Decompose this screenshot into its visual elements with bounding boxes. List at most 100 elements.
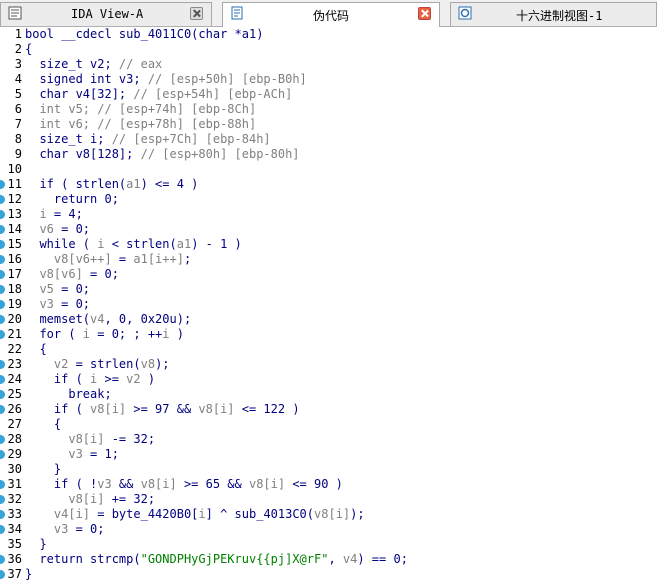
code-line[interactable]: 27 { — [0, 417, 657, 432]
line-number: 26 — [7, 402, 22, 416]
code-token: = 0; — [53, 282, 91, 296]
code-text: if ( strlen(a1) <= 4 ) — [25, 177, 198, 191]
code-line[interactable]: 1 bool __cdecl sub_4011C0(char *a1) — [0, 27, 657, 42]
code-line[interactable]: 10 — [0, 162, 657, 177]
close-icon[interactable] — [190, 7, 203, 20]
code-token: <= 122 ) — [234, 402, 300, 416]
document-grid-icon — [8, 6, 22, 20]
code-token: = 0; — [53, 297, 91, 311]
code-token: v8[i] — [248, 477, 286, 491]
code-line[interactable]: 18 v5 = 0; — [0, 282, 657, 297]
code-token: size_t i; — [25, 132, 112, 146]
line-number: 12 — [7, 192, 22, 206]
code-line[interactable]: 16 v8[v6++] = a1[i++]; — [0, 252, 657, 267]
tab-ida-view-a[interactable]: IDA View-A — [0, 2, 212, 26]
code-text: v8[i] += 32; — [25, 492, 155, 506]
code-text: break; — [25, 387, 112, 401]
code-token: v8[i] — [25, 492, 105, 506]
code-token: && — [111, 477, 141, 491]
code-line[interactable]: 20 memset(v4, 0, 0x20u); — [0, 312, 657, 327]
code-token: a1 — [126, 177, 141, 191]
code-token: // [esp+50h] [ebp-B0h] — [147, 72, 307, 86]
code-token: { — [25, 417, 62, 431]
tab-label: 伪代码 — [313, 9, 350, 23]
code-line[interactable]: 26 if ( v8[i] >= 97 && v8[i] <= 122 ) — [0, 402, 657, 417]
tab-pseudocode[interactable]: 伪代码 — [222, 2, 440, 27]
code-text: v5 = 0; — [25, 282, 90, 296]
code-token: v8[v6++] — [25, 252, 112, 266]
code-token: v3 — [25, 522, 69, 536]
code-token: = 0; — [53, 222, 91, 236]
code-token: i — [198, 507, 206, 521]
code-token: ) — [169, 327, 184, 341]
code-token: // [esp+7Ch] [ebp-84h] — [111, 132, 271, 146]
code-line[interactable]: 33 v4[i] = byte_4420B0[i] ^ sub_4013C0(v… — [0, 507, 657, 522]
code-token: i — [25, 207, 47, 221]
code-line[interactable]: 36 return strcmp("GONDPHyGjPEKruv{{pj]X@… — [0, 552, 657, 567]
code-token: int v5; // [esp+74h] [ebp-8Ch] — [25, 102, 257, 116]
tab-label: IDA View-A — [71, 7, 144, 21]
code-token: ] ^ sub_4013C0( — [205, 507, 315, 521]
code-line[interactable]: 35 } — [0, 537, 657, 552]
code-token: { — [25, 342, 47, 356]
code-token: ) == 0; — [357, 552, 408, 566]
code-token: = 0; — [82, 267, 119, 281]
code-token: break; — [25, 387, 112, 401]
line-number: 18 — [7, 282, 22, 296]
code-line[interactable]: 23 v2 = strlen(v8); — [0, 357, 657, 372]
code-token: = 0; ; ++ — [90, 327, 163, 341]
code-line[interactable]: 11 if ( strlen(a1) <= 4 ) — [0, 177, 657, 192]
code-token: int v6; // [esp+78h] [ebp-88h] — [25, 117, 257, 131]
code-line[interactable]: 12 return 0; — [0, 192, 657, 207]
code-token: -= 32; — [104, 432, 156, 446]
pseudocode-view[interactable]: 1 bool __cdecl sub_4011C0(char *a1) 2{3 si… — [0, 27, 657, 581]
code-text: v3 = 0; — [25, 297, 90, 311]
code-token: v8[i] — [314, 507, 351, 521]
code-line[interactable]: 29 v3 = 1; — [0, 447, 657, 462]
code-line[interactable]: 13 i = 4; — [0, 207, 657, 222]
code-line[interactable]: 17 v8[v6] = 0; — [0, 267, 657, 282]
line-number: 37 — [7, 567, 22, 581]
code-line[interactable]: 30 } — [0, 462, 657, 477]
code-line[interactable]: 21 for ( i = 0; ; ++i ) — [0, 327, 657, 342]
code-text: v8[v6++] = a1[i++]; — [25, 252, 191, 266]
code-line[interactable]: 5 char v4[32]; // [esp+54h] [ebp-ACh] — [0, 87, 657, 102]
code-line[interactable]: 24 if ( i >= v2 ) — [0, 372, 657, 387]
line-number: 15 — [7, 237, 22, 251]
code-line[interactable]: 25 break; — [0, 387, 657, 402]
code-text: { — [25, 342, 47, 356]
code-text: v8[i] -= 32; — [25, 432, 155, 446]
tab-hex-view[interactable]: 十六进制视图-1 — [450, 2, 657, 26]
code-token: i — [82, 327, 91, 341]
line-number: 23 — [7, 357, 22, 371]
line-number: 10 — [7, 162, 22, 176]
code-line[interactable]: 7 int v6; // [esp+78h] [ebp-88h] — [0, 117, 657, 132]
close-icon[interactable] — [418, 7, 431, 20]
code-line[interactable]: 4 signed int v3; // [esp+50h] [ebp-B0h] — [0, 72, 657, 87]
code-token: ) — [140, 372, 156, 386]
code-token: bool __cdecl sub_4011C0(char *a1) — [25, 27, 264, 41]
code-token: , 0, 0x20u); — [104, 312, 192, 326]
line-number: 6 — [14, 102, 22, 116]
code-line[interactable]: 32 v8[i] += 32; — [0, 492, 657, 507]
code-token: v5 — [25, 282, 54, 296]
code-line[interactable]: 2{ — [0, 42, 657, 57]
code-line[interactable]: 15 while ( i < strlen(a1) - 1 ) — [0, 237, 657, 252]
code-token: >= — [97, 372, 127, 386]
code-text: } — [25, 567, 32, 581]
code-line[interactable]: 28 v8[i] -= 32; — [0, 432, 657, 447]
code-line[interactable]: 31 if ( !v3 && v8[i] >= 65 && v8[i] <= 9… — [0, 477, 657, 492]
code-line[interactable]: 34 v3 = 0; — [0, 522, 657, 537]
line-number: 33 — [7, 507, 22, 521]
code-line[interactable]: 9 char v8[128]; // [esp+80h] [ebp-80h] — [0, 147, 657, 162]
code-text: for ( i = 0; ; ++i ) — [25, 327, 184, 341]
code-token: ) - 1 ) — [191, 237, 242, 251]
line-number: 27 — [7, 417, 22, 431]
code-line[interactable]: 22 { — [0, 342, 657, 357]
code-line[interactable]: 14 v6 = 0; — [0, 222, 657, 237]
code-line[interactable]: 19 v3 = 0; — [0, 297, 657, 312]
code-line[interactable]: 6 int v5; // [esp+74h] [ebp-8Ch] — [0, 102, 657, 117]
code-line[interactable]: 37} — [0, 567, 657, 582]
code-line[interactable]: 3 size_t v2; // eax — [0, 57, 657, 72]
code-line[interactable]: 8 size_t i; // [esp+7Ch] [ebp-84h] — [0, 132, 657, 147]
